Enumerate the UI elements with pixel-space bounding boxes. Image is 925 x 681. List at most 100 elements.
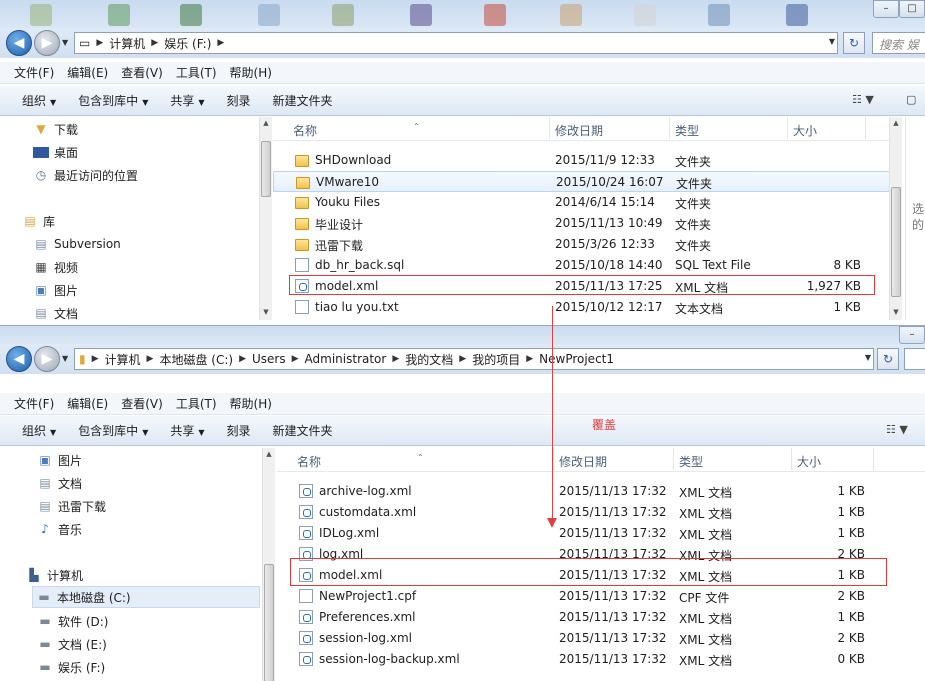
column-header-name[interactable]: 名称	[297, 453, 321, 470]
nav-item-videos[interactable]: ▦ 视频	[33, 256, 78, 278]
file-row[interactable]: 毕业设计 2015/11/13 10:49 文件夹	[273, 213, 890, 234]
maximize-button[interactable]: □	[899, 0, 925, 18]
organize-button[interactable]: 组织 ▼	[22, 422, 56, 439]
file-row[interactable]: session-log-backup.xml 2015/11/13 17:32 XM…	[277, 649, 925, 670]
column-header-size[interactable]: 大小	[793, 122, 817, 139]
nav-item-pictures[interactable]: ▣ 图片	[33, 279, 78, 301]
breadcrumb-item[interactable]: 本地磁盘 (C:)	[159, 351, 233, 368]
scrollbar-thumb[interactable]	[261, 141, 271, 197]
navigation-scrollbar[interactable]: ▲ ▼	[259, 117, 272, 320]
breadcrumb-item[interactable]: 计算机	[109, 35, 145, 52]
file-row[interactable]: tiao lu you.txt 2015/10/12 12:17 文本文档 1 KB	[273, 297, 890, 318]
menu-edit[interactable]: 编辑(E)	[67, 64, 108, 81]
address-history-dropdown-icon[interactable]: ▼	[865, 353, 871, 362]
scrollbar-thumb[interactable]	[264, 564, 274, 681]
breadcrumb-item[interactable]: Administrator	[305, 352, 387, 366]
forward-button[interactable]: ▶	[34, 30, 60, 56]
organize-button[interactable]: 组织 ▼	[22, 92, 56, 109]
nav-item-desktop[interactable]: 桌面	[33, 141, 78, 163]
recent-pages-dropdown-icon[interactable]: ▼	[62, 38, 68, 47]
menu-help[interactable]: 帮助(H)	[230, 64, 272, 81]
include-in-library-button[interactable]: 包含到库中 ▼	[78, 422, 148, 439]
scroll-up-icon[interactable]: ▲	[260, 119, 272, 127]
nav-item-drive-f[interactable]: ▬ 娱乐 (F:)	[37, 656, 105, 678]
breadcrumb-separator-icon[interactable]: ▶	[96, 38, 103, 48]
breadcrumb-separator-icon[interactable]: ▶	[292, 354, 299, 364]
column-divider[interactable]	[549, 117, 550, 139]
breadcrumb-separator-icon[interactable]: ▶	[526, 354, 533, 364]
share-button[interactable]: 共享 ▼	[170, 92, 204, 109]
breadcrumb-separator-icon[interactable]: ▶	[151, 38, 158, 48]
breadcrumb-item[interactable]: NewProject1	[539, 352, 614, 366]
menu-view[interactable]: 查看(V)	[121, 395, 163, 412]
file-row[interactable]: 迅雷下载 2015/3/26 12:33 文件夹	[273, 234, 890, 255]
breadcrumb-separator-icon[interactable]: ▶	[239, 354, 246, 364]
breadcrumb-separator-icon[interactable]: ▶	[459, 354, 466, 364]
file-row[interactable]: VMware10 2015/10/24 16:07 文件夹	[273, 171, 890, 192]
breadcrumb-item[interactable]: 我的文档	[405, 351, 453, 368]
column-divider[interactable]	[787, 117, 788, 139]
file-row[interactable]: IDLog.xml 2015/11/13 17:32 XML 文档 1 KB	[277, 523, 925, 544]
column-header-size[interactable]: 大小	[797, 453, 821, 470]
breadcrumb-separator-icon[interactable]: ▶	[217, 38, 224, 48]
breadcrumb-item[interactable]: Users	[252, 352, 286, 366]
nav-item-pictures[interactable]: ▣ 图片	[37, 449, 82, 471]
breadcrumb-item[interactable]: 娱乐 (F:)	[164, 35, 211, 52]
file-row[interactable]: archive-log.xml 2015/11/13 17:32 XML 文档 1 K…	[277, 481, 925, 502]
breadcrumb-item[interactable]: 计算机	[105, 351, 141, 368]
scroll-up-icon[interactable]: ▲	[890, 119, 902, 127]
minimize-button[interactable]: –	[873, 0, 899, 18]
menu-file[interactable]: 文件(F)	[14, 395, 54, 412]
file-row[interactable]: session-log.xml 2015/11/13 17:32 XML 文档 2 K…	[277, 628, 925, 649]
scroll-down-icon[interactable]: ▼	[890, 308, 902, 316]
back-button[interactable]: ◀	[6, 346, 32, 372]
scrollbar-thumb[interactable]	[891, 187, 901, 297]
column-header-name[interactable]: 名称	[293, 122, 317, 139]
share-button[interactable]: 共享 ▼	[170, 422, 204, 439]
nav-item-subversion[interactable]: ▤ Subversion	[33, 233, 120, 255]
column-divider[interactable]	[673, 448, 674, 470]
file-row[interactable]: customdata.xml 2015/11/13 17:32 XML 文档 1 KB	[277, 502, 925, 523]
include-in-library-button[interactable]: 包含到库中 ▼	[78, 92, 148, 109]
column-header-type[interactable]: 类型	[675, 122, 699, 139]
menu-view[interactable]: 查看(V)	[121, 64, 163, 81]
menu-tools[interactable]: 工具(T)	[176, 64, 217, 81]
nav-item-libraries[interactable]: ▤ 库	[22, 210, 55, 232]
search-input[interactable]: 搜索 娱	[872, 32, 925, 54]
file-row[interactable]: db_hr_back.sql 2015/10/18 14:40 SQL Text F…	[273, 255, 890, 276]
forward-button[interactable]: ▶	[34, 346, 60, 372]
menu-help[interactable]: 帮助(H)	[230, 395, 272, 412]
file-row[interactable]: Preferences.xml 2015/11/13 17:32 XML 文档 1 K…	[277, 607, 925, 628]
new-folder-button[interactable]: 新建文件夹	[273, 92, 333, 109]
column-divider[interactable]	[791, 448, 792, 470]
nav-item-recent-places[interactable]: ◷ 最近访问的位置	[33, 164, 138, 186]
burn-button[interactable]: 刻录	[227, 422, 251, 439]
burn-button[interactable]: 刻录	[227, 92, 251, 109]
column-divider[interactable]	[873, 448, 874, 470]
nav-item-thunder-downloads[interactable]: ▤ 迅雷下载	[37, 495, 106, 517]
nav-item-computer[interactable]: ▙ 计算机	[26, 564, 83, 586]
recent-pages-dropdown-icon[interactable]: ▼	[62, 354, 68, 363]
nav-item-drive-c[interactable]: ▬ 本地磁盘 (C:)	[32, 586, 260, 608]
column-divider[interactable]	[553, 448, 554, 470]
column-divider[interactable]	[669, 117, 670, 139]
breadcrumb-separator-icon[interactable]: ▶	[147, 354, 154, 364]
nav-item-downloads[interactable]: ▼ 下载	[33, 118, 78, 140]
column-header-type[interactable]: 类型	[679, 453, 703, 470]
address-box[interactable]: ▮ ▶ 计算机 ▶ 本地磁盘 (C:) ▶ Users ▶ Administra…	[74, 348, 874, 370]
search-input[interactable]	[904, 348, 925, 370]
nav-item-drive-e[interactable]: ▬ 文档 (E:)	[37, 633, 106, 655]
column-header-modified[interactable]: 修改日期	[555, 122, 603, 139]
navigation-scrollbar[interactable]: ▲	[262, 448, 275, 681]
nav-item-documents[interactable]: ▤ 文档	[33, 302, 78, 320]
menu-tools[interactable]: 工具(T)	[176, 395, 217, 412]
address-history-dropdown-icon[interactable]: ▼	[829, 37, 835, 46]
nav-item-documents[interactable]: ▤ 文档	[37, 472, 82, 494]
new-folder-button[interactable]: 新建文件夹	[273, 422, 333, 439]
breadcrumb-separator-icon[interactable]: ▶	[92, 354, 99, 364]
file-row[interactable]: Youku Files 2014/6/14 15:14 文件夹	[273, 192, 890, 213]
scroll-up-icon[interactable]: ▲	[263, 450, 275, 458]
address-box[interactable]: ▭ ▶ 计算机 ▶ 娱乐 (F:) ▶ ▼	[74, 32, 838, 54]
nav-item-music[interactable]: ♪ 音乐	[37, 518, 82, 540]
back-button[interactable]: ◀	[6, 30, 32, 56]
